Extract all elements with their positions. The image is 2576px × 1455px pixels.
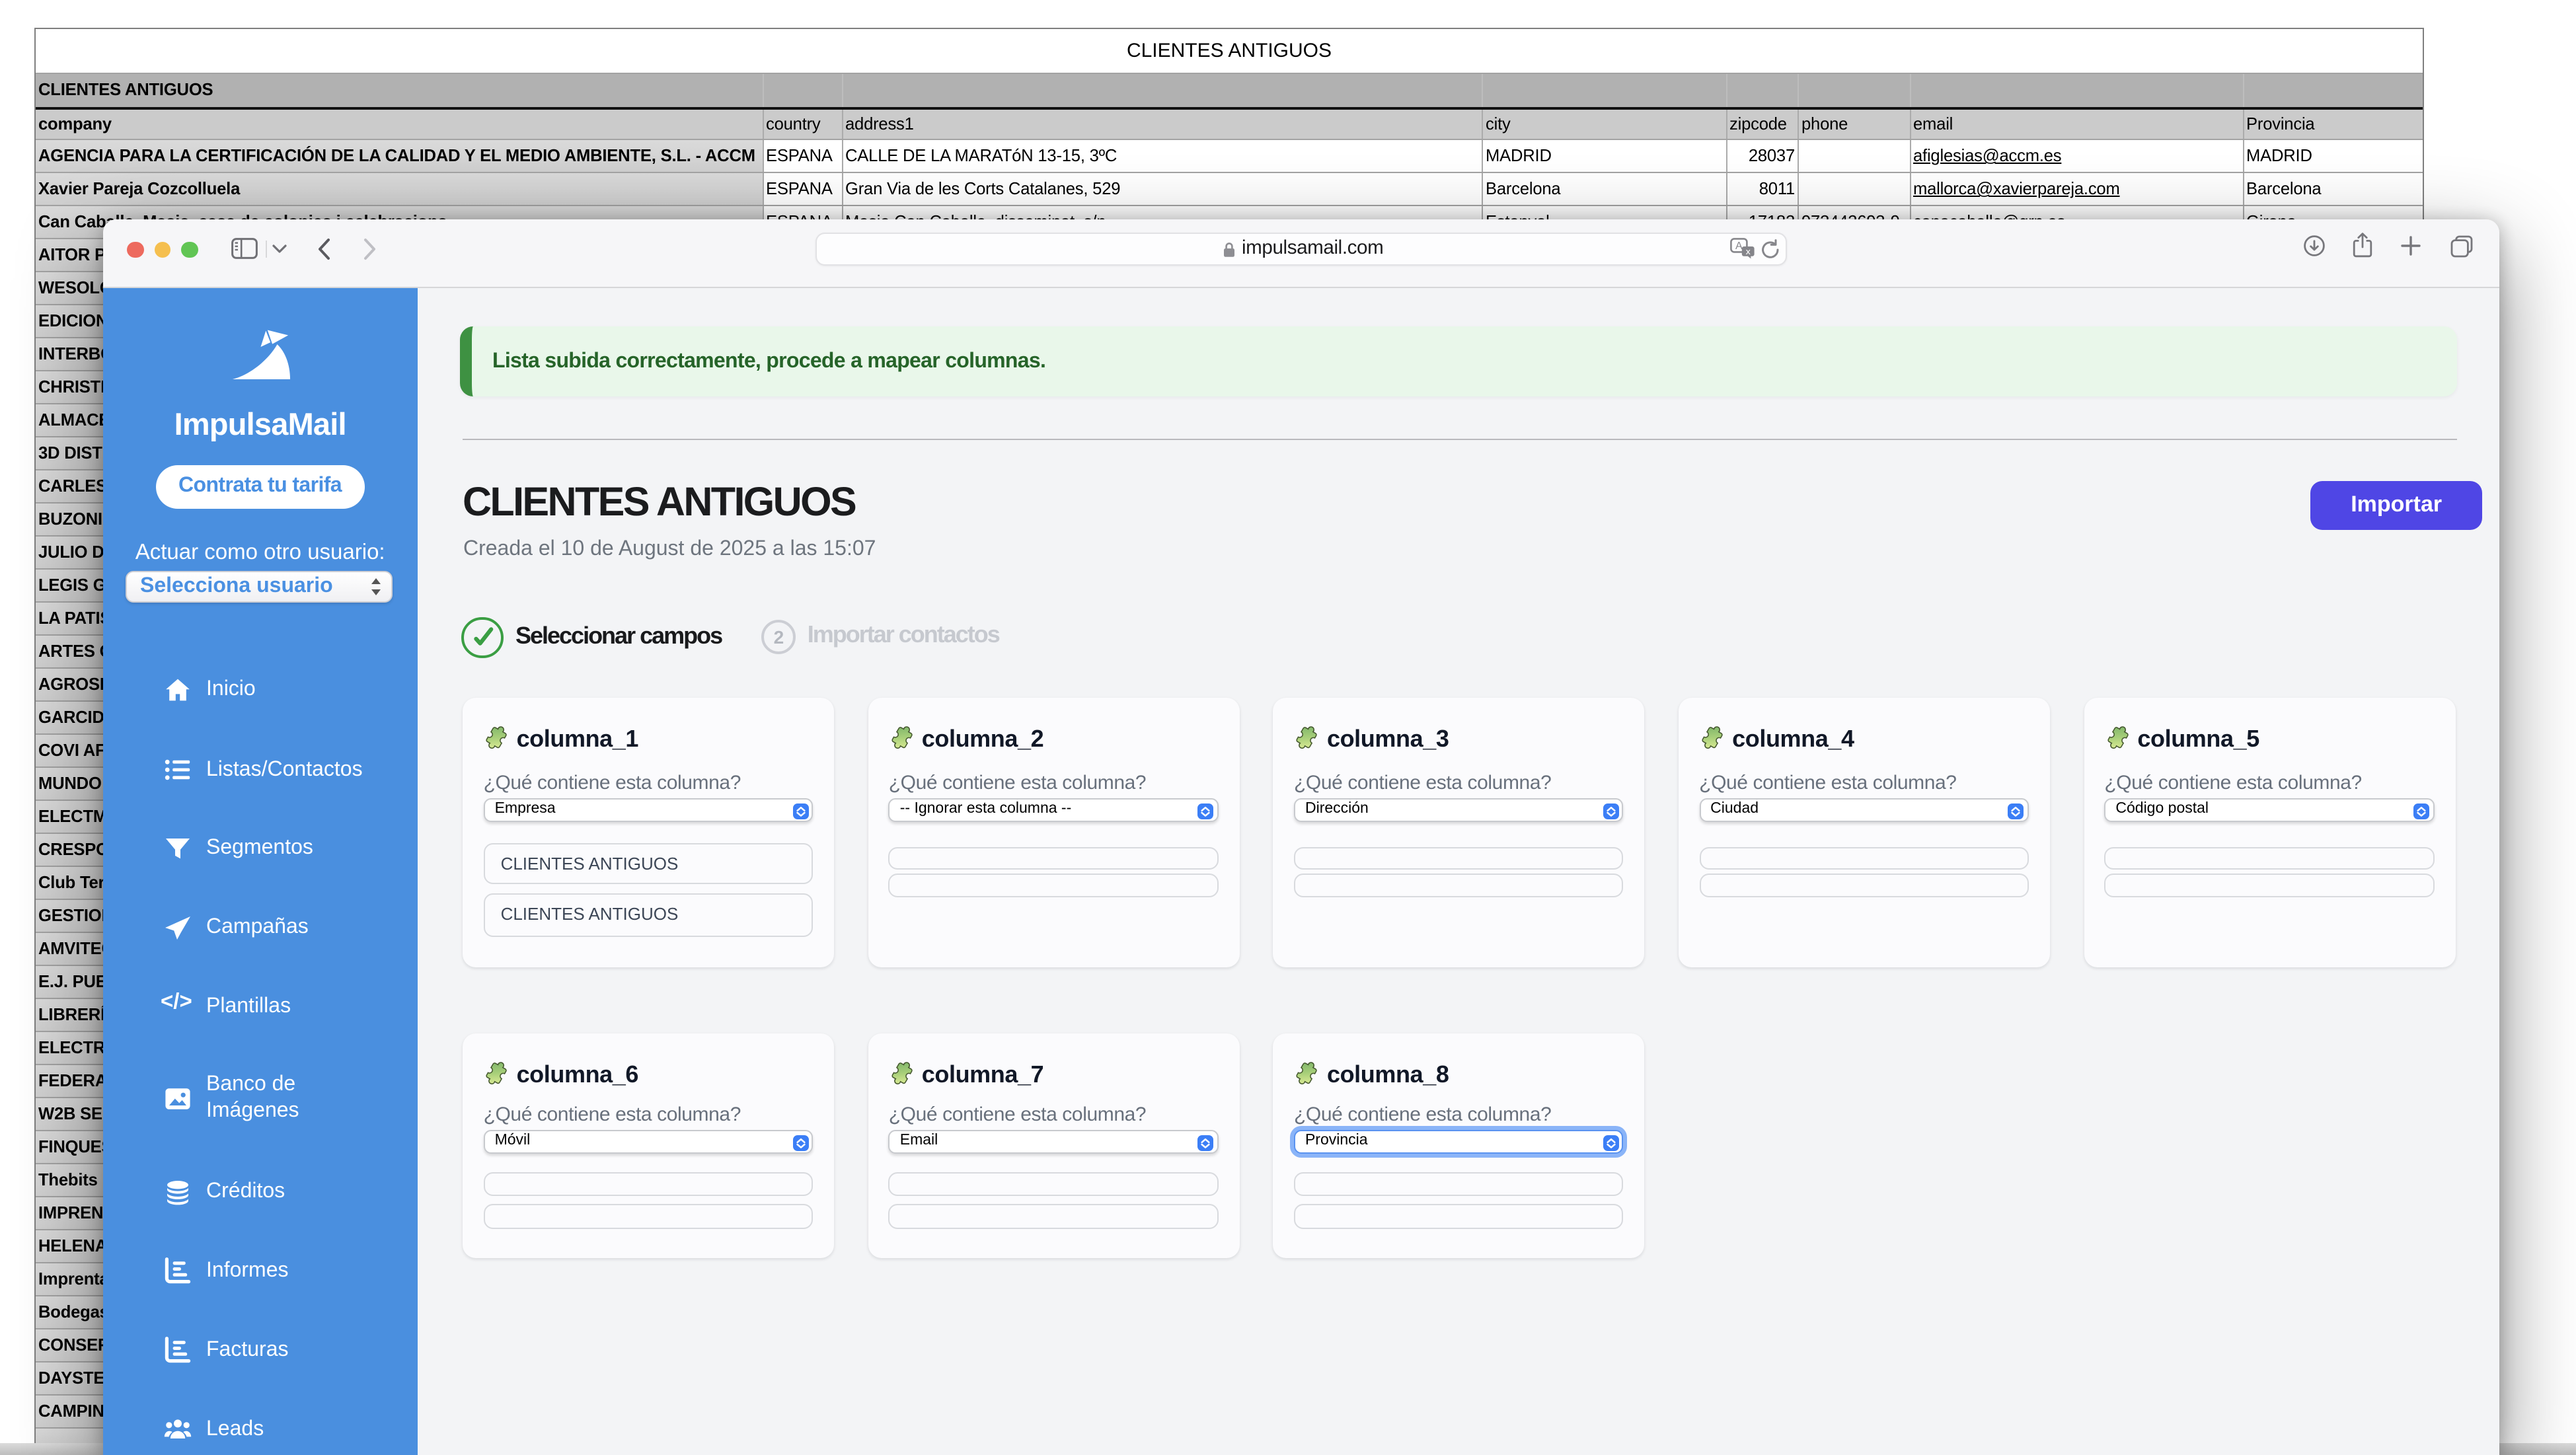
svg-text:A: A bbox=[1735, 241, 1742, 252]
svg-text:ⅹ: ⅹ bbox=[1745, 246, 1750, 256]
